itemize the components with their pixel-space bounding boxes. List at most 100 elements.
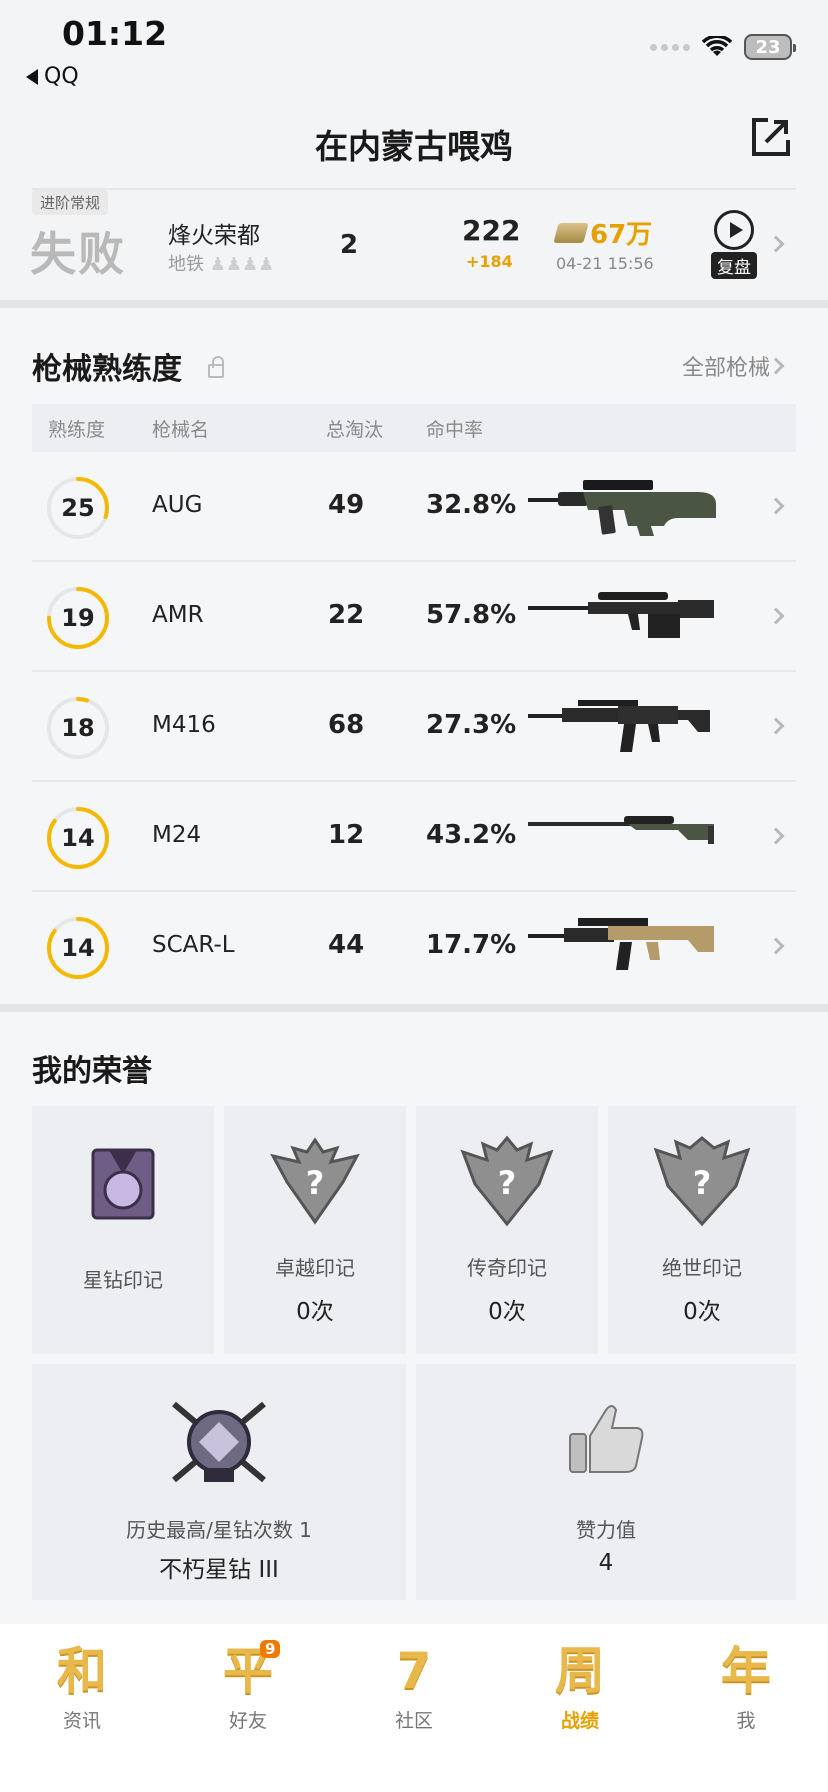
honor-mark-card[interactable]: ? 卓越印记 0次	[224, 1106, 406, 1354]
share-icon[interactable]	[750, 116, 792, 158]
weapon-accuracy: 17.7%	[426, 930, 517, 960]
coins-value: 67万	[590, 220, 653, 250]
honor-mark-label: 星钻印记	[83, 1268, 163, 1292]
history-rank-value: 不朽星钻 III	[159, 1557, 279, 1583]
honor-mark-label: 卓越印记	[275, 1256, 355, 1280]
nav-label: 好友	[228, 1710, 267, 1732]
page-title: 在内蒙古喂鸡	[315, 127, 513, 166]
mode-tag: 进阶常规	[32, 190, 109, 215]
honor-mark-count: 0次	[488, 1299, 526, 1325]
col-accuracy: 命中率	[426, 418, 484, 441]
team-members-icon: ♟♟♟♟	[209, 254, 275, 275]
weapon-kills: 49	[328, 490, 365, 520]
weapon-row[interactable]: 14 M24 12 43.2%	[32, 782, 796, 892]
honor-mark-label: 绝世印记	[662, 1256, 742, 1280]
nav-tab-friends[interactable]: 平 9 好友	[188, 1640, 308, 1733]
m24-sniper-icon	[528, 816, 714, 844]
weapon-kills: 44	[328, 930, 365, 960]
mastery-ring: 25	[46, 476, 110, 540]
status-bar: 01:12 QQ 23	[0, 0, 828, 100]
mastery-ring: 14	[46, 806, 110, 870]
match-score: 222	[462, 214, 521, 247]
nav-label: 社区	[394, 1710, 433, 1732]
chevron-right-icon	[767, 827, 785, 845]
thumbs-up-icon	[569, 1405, 644, 1473]
aug-rifle-icon	[528, 480, 716, 536]
weapon-name: AUG	[152, 492, 203, 518]
nav-label: 战绩	[560, 1710, 599, 1732]
replay-icon	[714, 210, 754, 250]
friends-tab-icon: 平	[223, 1642, 273, 1700]
weapon-kills: 22	[328, 600, 365, 630]
score-delta: +184	[466, 252, 513, 271]
mastery-level: 25	[61, 494, 95, 522]
nav-label: 资讯	[62, 1710, 101, 1732]
honors-section: 我的荣誉 星钻印记 ? 卓越印记 0次 ? 传奇印记 0次 ? 绝世印记 0次	[0, 1012, 828, 1624]
chevron-right-icon	[767, 357, 785, 375]
weapon-name: M416	[152, 712, 216, 738]
weapon-accuracy: 32.8%	[426, 490, 517, 520]
honor-mark-card[interactable]: ? 传奇印记 0次	[416, 1106, 598, 1354]
records-tab-icon: 周	[555, 1642, 605, 1700]
likes-value: 4	[598, 1550, 614, 1576]
nav-tab-records[interactable]: 周 战绩	[520, 1640, 640, 1733]
section-separator	[0, 300, 828, 308]
nav-label: 我	[736, 1710, 756, 1732]
locked-mark-icon: ?	[654, 1136, 750, 1227]
match-rank: 2	[340, 230, 359, 260]
weapon-row[interactable]: 25 AUG 49 32.8%	[32, 452, 796, 562]
honor-mark-card[interactable]: ? 绝世印记 0次	[608, 1106, 796, 1354]
amr-sniper-icon	[528, 592, 714, 638]
weapon-accuracy: 43.2%	[426, 820, 517, 850]
mastery-ring: 19	[46, 586, 110, 650]
all-weapons-link[interactable]: 全部枪械	[682, 350, 770, 382]
weapon-row[interactable]: 14 SCAR-L 44 17.7%	[32, 892, 796, 1002]
col-kills: 总淘汰	[326, 418, 384, 441]
col-mastery: 熟练度	[48, 418, 106, 441]
status-time: 01:12	[62, 14, 168, 53]
signal-icon	[650, 43, 690, 51]
locked-mark-icon: ?	[460, 1135, 554, 1227]
section-separator	[0, 1004, 828, 1012]
nav-tab-community[interactable]: 7 社区	[354, 1640, 474, 1733]
chevron-right-icon	[767, 937, 785, 955]
weapon-name: AMR	[152, 602, 204, 628]
history-rank-card[interactable]: 历史最高/星钻次数 1 不朽星钻 III	[32, 1364, 406, 1600]
nav-tab-news[interactable]: 和 资讯	[22, 1640, 142, 1733]
history-rank-label: 历史最高/星钻次数 1	[126, 1518, 312, 1542]
weapon-name: M24	[152, 822, 202, 848]
likes-card[interactable]: 赞力值 4	[416, 1364, 796, 1600]
weapon-kills: 68	[328, 710, 365, 740]
weapon-accuracy: 57.8%	[426, 600, 517, 630]
mastery-level: 19	[61, 604, 95, 632]
wifi-icon	[702, 36, 732, 56]
back-to-qq-button[interactable]: QQ	[26, 64, 79, 89]
weapon-mastery-section: 枪械熟练度 全部枪械 熟练度 枪械名 总淘汰 命中率 25 AUG 49 32.…	[0, 308, 828, 1004]
match-result: 失败	[30, 227, 126, 281]
replay-button[interactable]: 复盘	[708, 210, 760, 279]
col-weapon-name: 枪械名	[152, 418, 210, 441]
bottom-nav: 和 资讯 平 9 好友 7 社区 周 战绩 年 我	[0, 1624, 828, 1792]
mastery-ring: 14	[46, 916, 110, 980]
honor-mark-count: 0次	[296, 1299, 334, 1325]
locked-mark-icon: ?	[270, 1137, 360, 1225]
honors-title: 我的荣誉	[32, 1054, 152, 1089]
map-sub-label: 地铁	[168, 254, 204, 275]
coins-reward: 67万	[553, 214, 653, 251]
match-summary-row[interactable]: 进阶常规 失败 烽火荣都 地铁 ♟♟♟♟ 2 222 +184 67万 04-2…	[0, 190, 828, 300]
news-tab-icon: 和	[57, 1642, 107, 1700]
svg-text:?: ?	[498, 1164, 517, 1202]
status-indicators: 23	[650, 34, 796, 60]
map-sub: 地铁 ♟♟♟♟	[168, 250, 274, 276]
scar-l-rifle-icon	[528, 918, 714, 970]
back-label: QQ	[44, 64, 79, 89]
battery-icon: 23	[744, 34, 796, 60]
me-tab-icon: 年	[721, 1642, 771, 1700]
weapon-row[interactable]: 19 AMR 22 57.8%	[32, 562, 796, 672]
honor-mark-card[interactable]: 星钻印记	[32, 1106, 214, 1354]
weapon-mastery-title: 枪械熟练度	[32, 352, 182, 387]
weapon-row[interactable]: 18 M416 68 27.3%	[32, 672, 796, 782]
weapon-accuracy: 27.3%	[426, 710, 517, 740]
star-diamond-mark-icon	[91, 1148, 155, 1220]
nav-tab-me[interactable]: 年 我	[686, 1640, 806, 1733]
